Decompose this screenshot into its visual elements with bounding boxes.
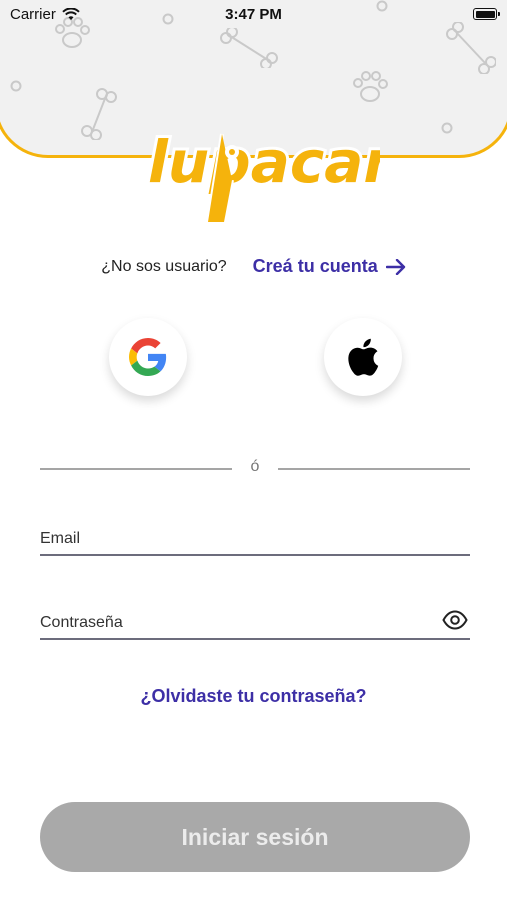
create-account-link[interactable]: Creá tu cuenta bbox=[253, 256, 406, 277]
google-login-button[interactable] bbox=[109, 318, 187, 396]
signup-row: ¿No sos usuario? Creá tu cuenta bbox=[0, 256, 507, 277]
email-field[interactable] bbox=[40, 522, 470, 556]
lupacan-logo: lupacan bbox=[145, 125, 380, 224]
paw-icon bbox=[353, 71, 388, 102]
dot-decoration bbox=[10, 80, 22, 92]
divider-line-right bbox=[278, 468, 470, 470]
google-g-icon bbox=[129, 338, 167, 376]
create-account-label: Creá tu cuenta bbox=[252, 256, 378, 276]
dot-decoration bbox=[441, 122, 453, 134]
apple-login-button[interactable] bbox=[324, 318, 402, 396]
apple-icon bbox=[348, 338, 379, 376]
login-button[interactable]: Iniciar sesión bbox=[40, 802, 470, 872]
arrow-right-icon bbox=[385, 258, 405, 275]
password-input[interactable] bbox=[40, 614, 420, 632]
battery-icon bbox=[473, 8, 500, 20]
eye-icon[interactable] bbox=[442, 610, 468, 630]
or-divider: ó bbox=[40, 458, 470, 480]
forgot-password-link[interactable]: ¿Olvidaste tu contraseña? bbox=[0, 686, 507, 707]
status-bar: Carrier 3:47 PM bbox=[0, 0, 507, 28]
email-input[interactable] bbox=[40, 530, 420, 548]
divider-label: ó bbox=[250, 458, 260, 475]
bone-icon bbox=[220, 28, 278, 68]
bone-icon bbox=[446, 22, 496, 74]
signup-question: ¿No sos usuario? bbox=[101, 257, 227, 275]
password-field[interactable] bbox=[40, 606, 470, 640]
bone-icon bbox=[81, 88, 117, 140]
clock: 3:47 PM bbox=[225, 6, 282, 23]
svg-text:lupacan: lupacan bbox=[148, 128, 380, 196]
